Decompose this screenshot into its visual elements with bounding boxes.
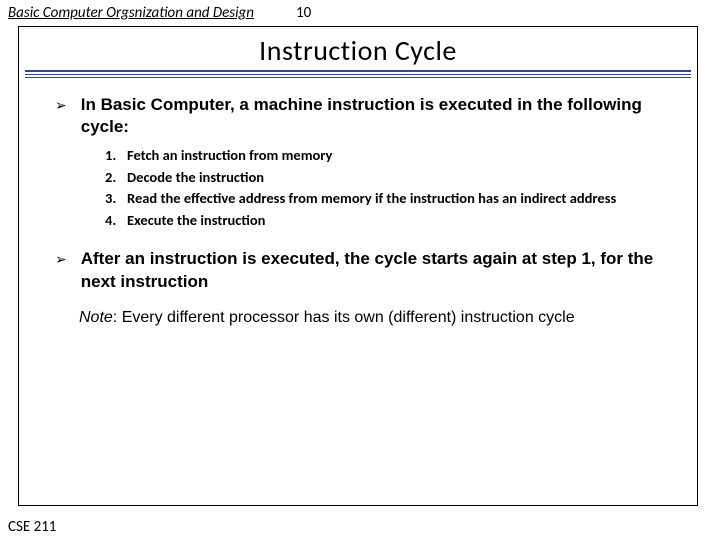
step-number: 2. (105, 168, 127, 188)
slide-content: ➢ In Basic Computer, a machine instructi… (19, 82, 697, 327)
note-line: Note: Every different processor has its … (79, 309, 637, 327)
bullet-arrow-icon: ➢ (55, 97, 67, 138)
bullet-arrow-icon: ➢ (55, 251, 67, 292)
step-text: Execute the instruction (127, 211, 265, 231)
ordered-steps: 1. Fetch an instruction from memory 2. D… (105, 146, 661, 230)
step-text: Read the effective address from memory i… (127, 189, 616, 209)
note-label: Note (79, 309, 113, 326)
step-number: 4. (105, 211, 127, 231)
step-number: 3. (105, 189, 127, 209)
list-item: 4. Execute the instruction (105, 211, 661, 231)
footer-course: CSE 211 (8, 518, 56, 536)
slide-frame: Instruction Cycle ➢ In Basic Computer, a… (18, 26, 698, 506)
step-text: Fetch an instruction from memory (127, 146, 332, 166)
list-item: 3. Read the effective address from memor… (105, 189, 661, 209)
slide-title: Instruction Cycle (19, 27, 697, 70)
step-number: 1. (105, 146, 127, 166)
step-text: Decode the instruction (127, 168, 264, 188)
list-item: 1. Fetch an instruction from memory (105, 146, 661, 166)
bullet-text: In Basic Computer, a machine instruction… (81, 94, 661, 138)
bullet-text: After an instruction is executed, the cy… (81, 248, 661, 292)
list-item: 2. Decode the instruction (105, 168, 661, 188)
title-rule (25, 70, 691, 78)
page-header-topic: Basic Computer Orgsnization and Design (8, 4, 254, 22)
page-number: 10 (296, 4, 311, 22)
bullet-item: ➢ After an instruction is executed, the … (55, 248, 661, 292)
note-text: : Every different processor has its own … (113, 309, 575, 326)
bullet-item: ➢ In Basic Computer, a machine instructi… (55, 94, 661, 138)
